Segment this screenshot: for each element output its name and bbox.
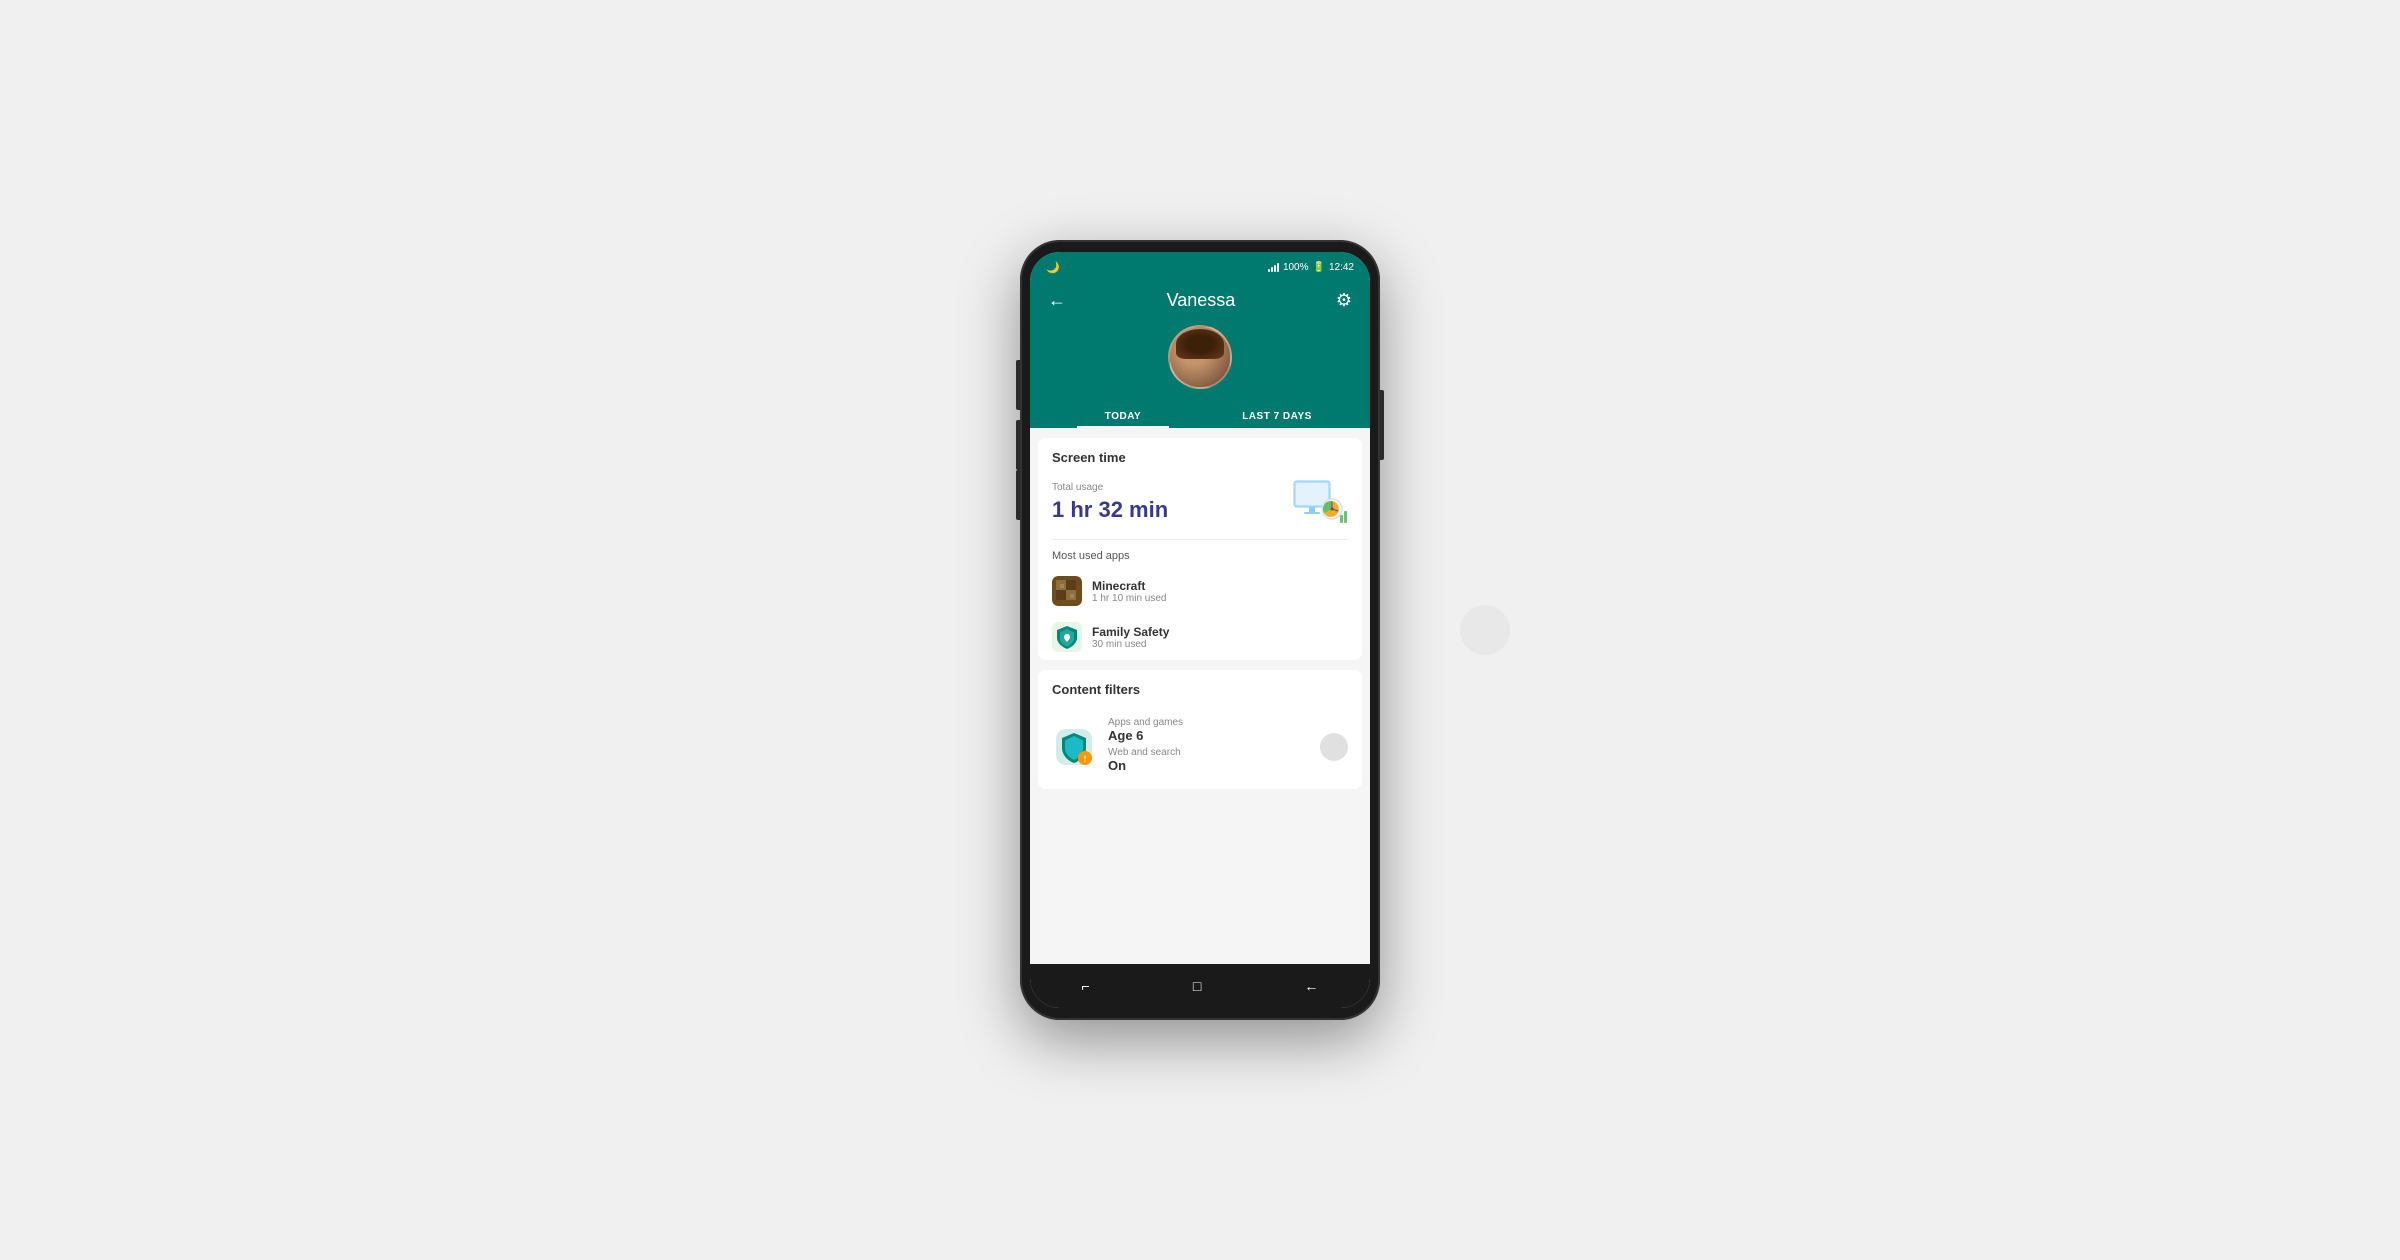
battery-level: 100%	[1283, 262, 1309, 273]
filter-toggle-button[interactable]	[1320, 733, 1348, 761]
bottom-nav-bar: ⌐ □ ←	[1030, 964, 1370, 1008]
battery-icon: 🔋	[1313, 262, 1325, 273]
settings-button[interactable]: ⚙	[1334, 288, 1354, 313]
avatar-hair	[1176, 329, 1224, 359]
total-usage-label: Total usage	[1052, 482, 1168, 493]
screen-time-row: Total usage 1 hr 32 min	[1038, 473, 1362, 539]
screen-time-icon	[1288, 477, 1348, 527]
filter-details: Apps and games Age 6 Web and search On	[1108, 717, 1308, 777]
avatar-container	[1046, 325, 1354, 389]
signal-icon	[1268, 262, 1279, 272]
apps-games-label: Apps and games	[1108, 717, 1308, 728]
apps-age-row: Apps and games Age 6	[1108, 717, 1308, 743]
bottom-spacer	[1030, 799, 1370, 809]
app-time-2: 30 min used	[1092, 639, 1169, 650]
most-used-label: Most used apps	[1038, 540, 1362, 568]
app-time: 1 hr 10 min used	[1092, 593, 1167, 604]
family-safety-icon	[1052, 622, 1082, 652]
app-details: Minecraft 1 hr 10 min used	[1092, 579, 1167, 604]
app-name: Minecraft	[1092, 579, 1167, 593]
content-filters-card[interactable]: Content filters !	[1038, 670, 1362, 789]
home-button[interactable]: □	[1179, 972, 1215, 1000]
time-display: 12:42	[1329, 262, 1354, 273]
header-top: ← Vanessa ⚙	[1046, 288, 1354, 313]
age-value: Age 6	[1108, 728, 1308, 743]
phone-screen: 🌙 100% 🔋 12:42 ← Vanessa	[1030, 252, 1370, 1008]
app-name-2: Family Safety	[1092, 625, 1169, 639]
screen-time-card: Screen time Total usage 1 hr 32 min	[1038, 438, 1362, 660]
content-filters-title: Content filters	[1038, 670, 1362, 705]
app-header: ← Vanessa ⚙ TODAY LAST 7 DAYS	[1030, 280, 1370, 428]
status-bar: 🌙 100% 🔋 12:42	[1030, 252, 1370, 280]
tab-last7days[interactable]: LAST 7 DAYS	[1200, 403, 1354, 428]
web-search-label: Web and search	[1108, 747, 1308, 758]
svg-text:!: !	[1084, 755, 1087, 764]
minecraft-icon	[1052, 576, 1082, 606]
status-left-icon: 🌙	[1046, 261, 1060, 274]
content-filter-row[interactable]: ! Apps and games Age 6 Web and search On	[1038, 705, 1362, 789]
back-button[interactable]: ←	[1046, 288, 1068, 313]
avatar	[1168, 325, 1232, 389]
recent-apps-button[interactable]: ⌐	[1068, 972, 1104, 1000]
total-usage-value: 1 hr 32 min	[1052, 497, 1168, 523]
app-details-2: Family Safety 30 min used	[1092, 625, 1169, 650]
list-item: Minecraft 1 hr 10 min used	[1038, 568, 1362, 614]
web-search-row: Web and search On	[1108, 747, 1308, 773]
usage-info: Total usage 1 hr 32 min	[1052, 482, 1168, 523]
page-title: Vanessa	[1167, 290, 1236, 311]
phone-device: 🌙 100% 🔋 12:42 ← Vanessa	[1020, 240, 1380, 1020]
floating-circle	[1460, 605, 1510, 655]
tabs-bar: TODAY LAST 7 DAYS	[1046, 403, 1354, 428]
status-right: 100% 🔋 12:42	[1268, 262, 1354, 273]
list-item: Family Safety 30 min used	[1038, 614, 1362, 660]
scroll-content[interactable]: Screen time Total usage 1 hr 32 min	[1030, 428, 1370, 964]
shield-filter-icon: !	[1052, 725, 1096, 769]
back-nav-button[interactable]: ←	[1290, 972, 1332, 1000]
tab-today[interactable]: TODAY	[1046, 403, 1200, 428]
web-search-value: On	[1108, 758, 1308, 773]
screen-time-title: Screen time	[1038, 438, 1362, 473]
